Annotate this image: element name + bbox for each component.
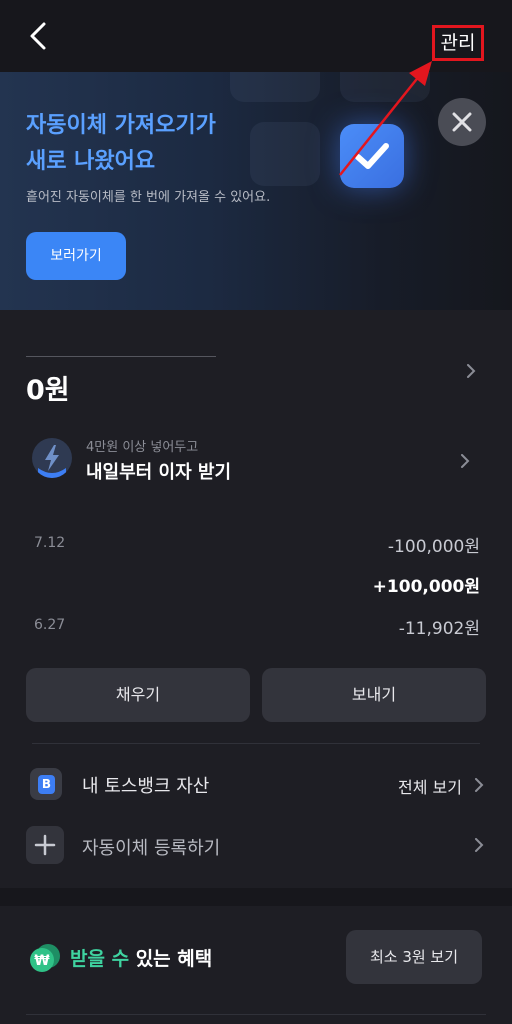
transaction-date: 6.27 xyxy=(34,617,66,633)
manage-button[interactable]: 관리 xyxy=(432,25,484,61)
benefit-section: ₩ 받을 수 있는 혜택 최소 3원 보기 xyxy=(0,906,512,1024)
svg-text:₩: ₩ xyxy=(34,953,50,969)
promo-banner: 자동이체 가져오기가 새로 나왔어요 흩어진 자동이체를 한 번에 가져올 수 … xyxy=(0,72,512,310)
bank-badge-icon: B xyxy=(30,768,62,800)
transaction-row: 7.12 -100,000원 xyxy=(34,530,480,560)
interest-row[interactable]: 4만원 이상 넣어두고 내일부터 이자 받기 xyxy=(26,432,486,488)
view-benefit-button[interactable]: 최소 3원 보기 xyxy=(346,930,482,984)
bolt-icon xyxy=(32,438,72,478)
divider xyxy=(32,743,480,744)
account-card: 0원 4만원 이상 넣어두고 내일부터 이자 받기 7.12 -100,000원… xyxy=(0,310,512,888)
divider xyxy=(26,1014,486,1015)
banner-decoration xyxy=(230,72,320,102)
assets-row[interactable]: B 내 토스뱅크 자산 전체 보기 xyxy=(26,764,486,804)
assets-label: 내 토스뱅크 자산 xyxy=(82,776,210,797)
transaction-row: 6.27 -11,902원 xyxy=(34,612,480,642)
transaction-date: 7.12 xyxy=(34,535,66,551)
send-button[interactable]: 보내기 xyxy=(262,668,486,722)
banner-title-line1: 자동이체 가져오기가 xyxy=(26,113,216,138)
close-banner-button[interactable] xyxy=(438,98,486,146)
top-bar: 관리 xyxy=(0,0,512,72)
interest-title: 내일부터 이자 받기 xyxy=(86,462,232,483)
interest-subtitle: 4만원 이상 넣어두고 xyxy=(86,440,199,455)
banner-title-line2: 새로 나왔어요 xyxy=(26,149,156,174)
banner-title: 자동이체 가져오기가 새로 나왔어요 xyxy=(26,108,306,180)
transaction-amount: +100,000원 xyxy=(372,577,480,597)
view-all-link[interactable]: 전체 보기 xyxy=(398,774,462,798)
back-chevron-icon[interactable] xyxy=(24,20,52,52)
balance-amount[interactable]: 0원 xyxy=(26,368,70,407)
view-button[interactable]: 보러가기 xyxy=(26,232,126,280)
register-autopay-label: 자동이체 등록하기 xyxy=(82,838,221,859)
transaction-row: +100,000원 xyxy=(34,570,480,600)
register-autopay-row[interactable]: 자동이체 등록하기 xyxy=(26,826,486,866)
transaction-amount: -100,000원 xyxy=(387,537,480,557)
chevron-right-icon xyxy=(475,778,484,792)
divider xyxy=(26,356,216,357)
benefit-title: 받을 수 있는 혜택 xyxy=(70,948,213,970)
won-coin-icon: ₩ xyxy=(28,942,64,974)
plus-icon xyxy=(26,826,64,864)
banner-decoration xyxy=(340,72,430,102)
chevron-right-icon xyxy=(475,838,484,852)
close-icon xyxy=(452,112,472,132)
check-icon xyxy=(340,124,404,188)
chevron-right-icon[interactable] xyxy=(464,364,478,378)
banner-description: 흩어진 자동이체를 한 번에 가져올 수 있어요. xyxy=(26,190,271,205)
fill-button[interactable]: 채우기 xyxy=(26,668,250,722)
chevron-right-icon xyxy=(461,454,470,468)
transaction-amount: -11,902원 xyxy=(398,619,480,639)
